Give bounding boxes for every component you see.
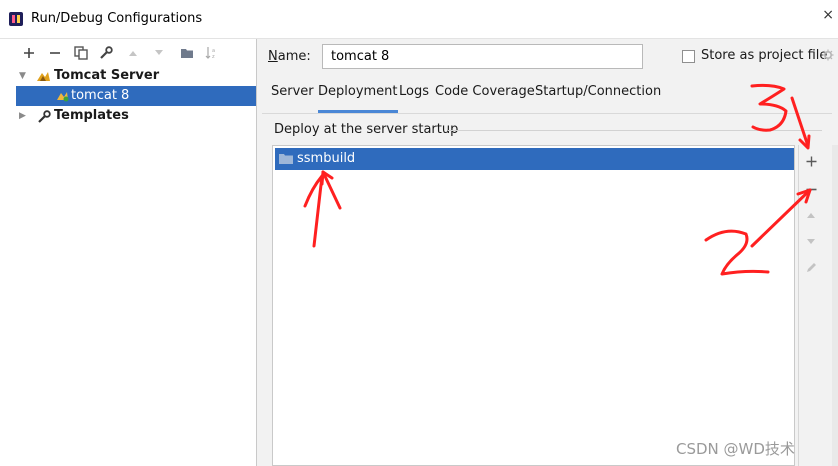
add-icon[interactable]	[20, 44, 38, 62]
collapse-arrow-icon[interactable]: ▶	[19, 106, 26, 126]
remove-icon[interactable]	[803, 181, 819, 197]
tree-node-tomcat-8[interactable]: tomcat 8	[16, 86, 256, 106]
watermark: CSDN @WD技术	[676, 440, 795, 458]
expand-arrow-icon[interactable]: ▼	[19, 66, 26, 86]
remove-icon[interactable]	[46, 44, 64, 62]
name-label: Name:	[268, 49, 311, 64]
tree-node-tomcat-server[interactable]: ▼ Tomcat Server	[0, 66, 256, 86]
section-divider	[448, 130, 822, 131]
sort-icon[interactable]: az	[203, 44, 221, 62]
configurations-toolbar: az	[0, 39, 256, 67]
store-as-project-file-checkbox[interactable]	[682, 50, 695, 63]
deployment-side-toolbar	[798, 145, 823, 466]
tree-node-templates[interactable]: ▶ Templates	[0, 106, 256, 126]
annotation-arrow	[790, 96, 810, 148]
tab-startup-connection[interactable]: Startup/Connection	[535, 84, 661, 110]
window-title: Run/Debug Configurations	[31, 11, 203, 26]
configurations-panel: az ▼ Tomcat Server tomcat 8 ▶ Templates	[0, 39, 257, 466]
title-bar: Run/Debug Configurations ×	[0, 0, 838, 39]
tab-server[interactable]: Server	[271, 84, 314, 110]
deploy-section-title: Deploy at the server startup	[274, 122, 459, 137]
tab-divider	[262, 113, 832, 114]
store-as-project-file-label[interactable]: Store as project file	[701, 48, 827, 63]
deployment-list[interactable]: ssmbuild	[272, 145, 795, 466]
move-up-icon[interactable]	[803, 207, 819, 223]
tab-deployment[interactable]: Deployment	[318, 84, 398, 113]
add-icon[interactable]	[803, 153, 819, 169]
folder-icon	[279, 154, 293, 164]
tab-logs[interactable]: Logs	[399, 84, 429, 110]
copy-icon[interactable]	[72, 44, 90, 62]
name-label-text: ame:	[277, 49, 311, 64]
close-button[interactable]: ×	[822, 7, 834, 23]
svg-text:z: z	[212, 54, 215, 60]
name-input[interactable]	[322, 44, 643, 69]
tomcat-icon	[37, 72, 50, 81]
move-down-icon[interactable]	[150, 44, 168, 62]
gear-icon[interactable]	[822, 49, 834, 61]
tree-label: Templates	[54, 108, 129, 123]
scrollbar[interactable]	[832, 145, 838, 466]
tab-code-coverage[interactable]: Code Coverage	[435, 84, 535, 110]
move-down-icon[interactable]	[803, 233, 819, 249]
wrench-icon[interactable]	[97, 44, 115, 62]
tree-label: tomcat 8	[71, 88, 130, 103]
folder-icon[interactable]	[178, 44, 196, 62]
wrench-icon	[38, 110, 51, 123]
move-up-icon[interactable]	[124, 44, 142, 62]
list-item[interactable]: ssmbuild	[275, 148, 794, 170]
tomcat-config-icon	[57, 92, 69, 102]
app-icon	[9, 12, 23, 26]
tree-label: Tomcat Server	[54, 68, 160, 83]
edit-icon[interactable]	[803, 259, 819, 275]
annotation-3	[750, 83, 788, 132]
list-item-label: ssmbuild	[297, 151, 356, 166]
name-label-mnemonic: N	[268, 49, 278, 64]
